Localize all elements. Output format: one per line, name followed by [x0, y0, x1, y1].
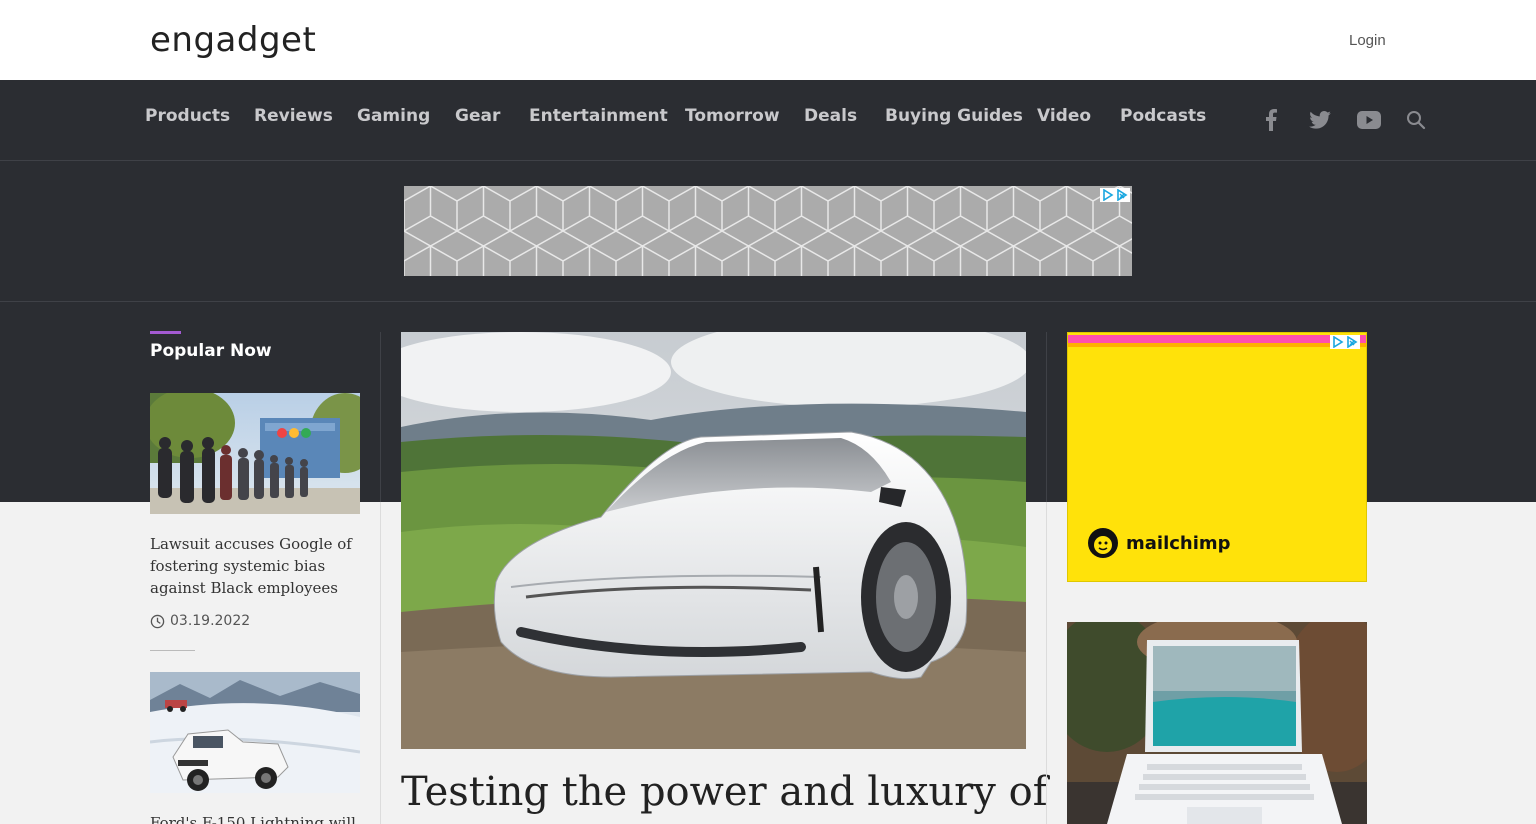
- nav-item-reviews[interactable]: Reviews: [254, 106, 333, 126]
- laptop-image[interactable]: [1067, 622, 1367, 824]
- story-thumbnail[interactable]: [150, 672, 360, 793]
- login-link[interactable]: Login: [1349, 32, 1386, 49]
- mailchimp-wordmark: mailchimp: [1126, 532, 1231, 554]
- adchoices-icon[interactable]: [1100, 188, 1130, 202]
- ad-stripe: [1068, 335, 1366, 343]
- nav-divider: [0, 160, 1536, 161]
- section-accent-bar: [150, 331, 181, 334]
- story-date: 03.19.2022: [150, 613, 250, 629]
- clock-icon: [150, 614, 165, 628]
- ad-divider: [0, 301, 1536, 302]
- engadget-logo[interactable]: engadget: [150, 18, 316, 62]
- nav-item-tomorrow[interactable]: Tomorrow: [685, 106, 780, 126]
- freddie-icon: [1088, 528, 1118, 558]
- youtube-icon[interactable]: [1357, 108, 1381, 132]
- nav-item-buying-guides[interactable]: Buying Guides: [885, 106, 1023, 126]
- column-divider-light: [380, 502, 381, 824]
- adchoices-icon[interactable]: [1330, 335, 1360, 349]
- facebook-icon[interactable]: [1259, 108, 1283, 132]
- hero-image[interactable]: [401, 332, 1026, 749]
- twitter-icon[interactable]: [1308, 108, 1332, 132]
- story-separator: [150, 650, 195, 651]
- search-icon[interactable]: [1404, 108, 1428, 132]
- column-divider-light: [1046, 502, 1047, 824]
- hexagon-pattern: [404, 186, 1132, 276]
- story-date-text: 03.19.2022: [170, 613, 251, 629]
- hero-headline[interactable]: Testing the power and luxury of: [401, 766, 1048, 818]
- sidebar-ad[interactable]: mailchimp: [1067, 332, 1367, 582]
- nav-item-entertainment[interactable]: Entertainment: [529, 106, 668, 126]
- story-title-link[interactable]: Ford's F-150 Lightning will: [150, 812, 362, 824]
- popular-now-heading: Popular Now: [150, 341, 272, 361]
- mailchimp-logo: mailchimp: [1086, 526, 1231, 560]
- nav-item-podcasts[interactable]: Podcasts: [1120, 106, 1206, 126]
- story-thumbnail[interactable]: [150, 393, 360, 514]
- nav-item-deals[interactable]: Deals: [804, 106, 857, 126]
- story-title-link[interactable]: Lawsuit accuses Google of fostering syst…: [150, 533, 362, 599]
- ad-stripe: [1068, 343, 1366, 347]
- top-header: engadget Login: [0, 0, 1536, 80]
- nav-item-products[interactable]: Products: [145, 106, 230, 126]
- ad-banner[interactable]: [404, 186, 1132, 276]
- nav-item-gaming[interactable]: Gaming: [357, 106, 430, 126]
- nav-item-video[interactable]: Video: [1037, 106, 1091, 126]
- nav-item-gear[interactable]: Gear: [455, 106, 500, 126]
